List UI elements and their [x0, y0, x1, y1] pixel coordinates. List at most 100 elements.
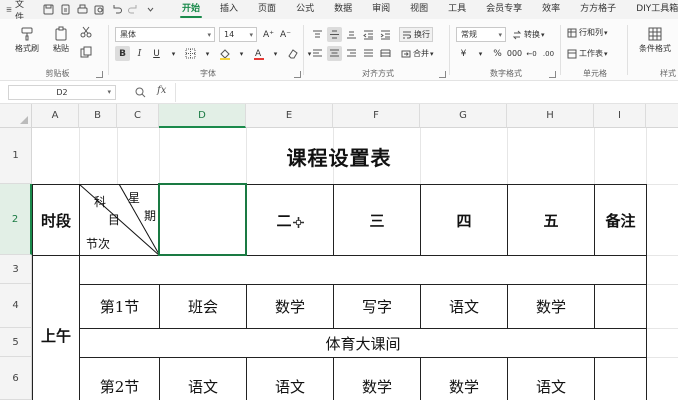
period-header-cell[interactable]: 时段 — [32, 184, 80, 256]
font-size-select[interactable]: 14 ▾ — [219, 27, 257, 42]
break-activity-cell[interactable]: 体育大课间 — [79, 328, 647, 358]
chevron-down-icon[interactable] — [145, 4, 156, 15]
font-color-dropdown-icon[interactable]: ▾ — [268, 46, 283, 61]
print-preview-icon[interactable] — [94, 4, 105, 15]
row-header-5[interactable]: 5 — [0, 328, 32, 357]
column-header-e[interactable]: E — [246, 104, 333, 128]
print-icon[interactable] — [77, 4, 88, 15]
file-menu[interactable]: 文件 — [0, 0, 33, 23]
underline-dropdown-icon[interactable]: ▾ — [166, 46, 181, 61]
align-center-icon[interactable] — [327, 46, 342, 61]
number-launcher[interactable] — [549, 71, 556, 78]
fx-icon[interactable]: fx — [157, 85, 166, 96]
indent-decrease-icon[interactable] — [361, 27, 376, 42]
weekday-cell-e2[interactable]: 二 — [246, 184, 334, 256]
border-icon[interactable] — [183, 46, 198, 61]
currency-dropdown-icon[interactable]: ▾ — [473, 46, 488, 61]
currency-icon[interactable]: ¥ — [456, 46, 471, 61]
subject-cell-g4[interactable]: 语文 — [420, 284, 508, 329]
zoom-icon[interactable] — [135, 87, 146, 98]
subject-cell-g6[interactable]: 数学 — [420, 357, 508, 400]
alignment-launcher[interactable] — [439, 71, 446, 78]
decrease-font-icon[interactable]: A⁻ — [278, 27, 293, 42]
fill-color-icon[interactable] — [217, 46, 232, 61]
thousands-icon[interactable]: 000 — [507, 46, 522, 61]
weekday-cell-g2[interactable]: 四 — [420, 184, 508, 256]
subject-cell-h4[interactable]: 数学 — [507, 284, 595, 329]
distributed-icon[interactable] — [378, 46, 393, 61]
column-header-a[interactable]: A — [32, 104, 79, 128]
name-box[interactable]: D2 ▾ — [8, 85, 116, 100]
align-right-icon[interactable] — [344, 46, 359, 61]
wrap-text-button[interactable]: 换行 — [399, 27, 433, 42]
column-header-c[interactable]: C — [117, 104, 159, 128]
weekday-cell-f2[interactable]: 三 — [333, 184, 421, 256]
tab-home[interactable]: 开始 — [172, 0, 210, 19]
save-icon[interactable] — [43, 4, 54, 15]
tab-member[interactable]: 会员专享 — [476, 0, 532, 19]
subject-cell-f6[interactable]: 数学 — [333, 357, 421, 400]
export-pdf-icon[interactable] — [60, 4, 71, 15]
paste-button[interactable]: 粘贴 — [46, 25, 76, 54]
subject-cell-e4[interactable]: 数学 — [246, 284, 334, 329]
cut-icon[interactable] — [80, 26, 92, 38]
clipboard-launcher[interactable] — [96, 71, 103, 78]
justify-icon[interactable] — [361, 46, 376, 61]
column-header-b[interactable]: B — [79, 104, 117, 128]
merge-button[interactable]: 合并 ▾ — [399, 46, 436, 61]
remark-cell-i4[interactable] — [594, 284, 647, 329]
row-header-4[interactable]: 4 — [0, 284, 32, 328]
formula-input[interactable] — [175, 83, 674, 102]
clear-format-icon[interactable] — [285, 46, 300, 61]
row-header-6[interactable]: 6 — [0, 357, 32, 400]
tab-fangfang[interactable]: 方方格子 — [570, 0, 626, 19]
subject-cell-h6[interactable]: 语文 — [507, 357, 595, 400]
section-cell-row6[interactable]: 第2节 — [79, 357, 160, 400]
fill-dropdown-icon[interactable]: ▾ — [234, 46, 249, 61]
morning-cell[interactable]: 上午 — [32, 255, 80, 400]
convert-button[interactable]: 转换 ▾ — [510, 27, 547, 42]
column-header-g[interactable]: G — [420, 104, 507, 128]
subject-cell-d6[interactable]: 语文 — [159, 357, 247, 400]
row-col-button[interactable]: 行和列 ▾ — [567, 27, 608, 38]
select-all-corner[interactable] — [0, 104, 32, 128]
number-format-select[interactable]: 常规 ▾ — [456, 27, 506, 42]
font-name-select[interactable]: 黑体 ▾ — [115, 27, 215, 42]
font-launcher[interactable] — [294, 71, 301, 78]
sheet-button[interactable]: 工作表 ▾ — [567, 48, 608, 59]
bold-icon[interactable]: B — [115, 46, 130, 61]
sheet-grid[interactable]: 课程设置表 时段 星 期 科 目 节次 二 三 四 五 备注 上午 第1节 班会… — [32, 128, 678, 400]
tab-review[interactable]: 审阅 — [362, 0, 400, 19]
subject-cell-f4[interactable]: 写字 — [333, 284, 421, 329]
align-middle-icon[interactable] — [327, 27, 342, 42]
tab-insert[interactable]: 插入 — [210, 0, 248, 19]
remark-cell-i6[interactable] — [594, 357, 647, 400]
copy-icon[interactable] — [80, 46, 92, 58]
tab-view[interactable]: 视图 — [400, 0, 438, 19]
tab-tools[interactable]: 工具 — [438, 0, 476, 19]
tab-formula[interactable]: 公式 — [286, 0, 324, 19]
column-header-i[interactable]: I — [594, 104, 646, 128]
underline-icon[interactable]: U — [149, 46, 164, 61]
column-header-d[interactable]: D — [159, 104, 246, 128]
align-left-icon[interactable] — [310, 46, 325, 61]
redo-icon[interactable] — [128, 4, 139, 15]
subject-cell-d4[interactable]: 班会 — [159, 284, 247, 329]
increase-font-icon[interactable]: A⁺ — [261, 27, 276, 42]
section-cell-row4[interactable]: 第1节 — [79, 284, 160, 329]
diagonal-header-cell[interactable]: 星 期 科 目 节次 — [79, 184, 160, 256]
row3-merged-cell[interactable] — [79, 255, 647, 285]
tab-data[interactable]: 数据 — [324, 0, 362, 19]
tab-page[interactable]: 页面 — [248, 0, 286, 19]
row-header-3[interactable]: 3 — [0, 255, 32, 284]
tab-efficiency[interactable]: 效率 — [532, 0, 570, 19]
decrease-decimal-icon[interactable]: .00 — [541, 46, 556, 61]
format-painter-button[interactable]: 格式刷 — [12, 25, 42, 54]
align-top-icon[interactable] — [310, 27, 325, 42]
percent-icon[interactable]: % — [490, 46, 505, 61]
column-header-h[interactable]: H — [507, 104, 594, 128]
row-header-1[interactable]: 1 — [0, 128, 32, 184]
column-header-f[interactable]: F — [333, 104, 420, 128]
conditional-format-button[interactable]: 条件格式 — [638, 25, 672, 54]
increase-decimal-icon[interactable]: ←0 — [524, 46, 539, 61]
